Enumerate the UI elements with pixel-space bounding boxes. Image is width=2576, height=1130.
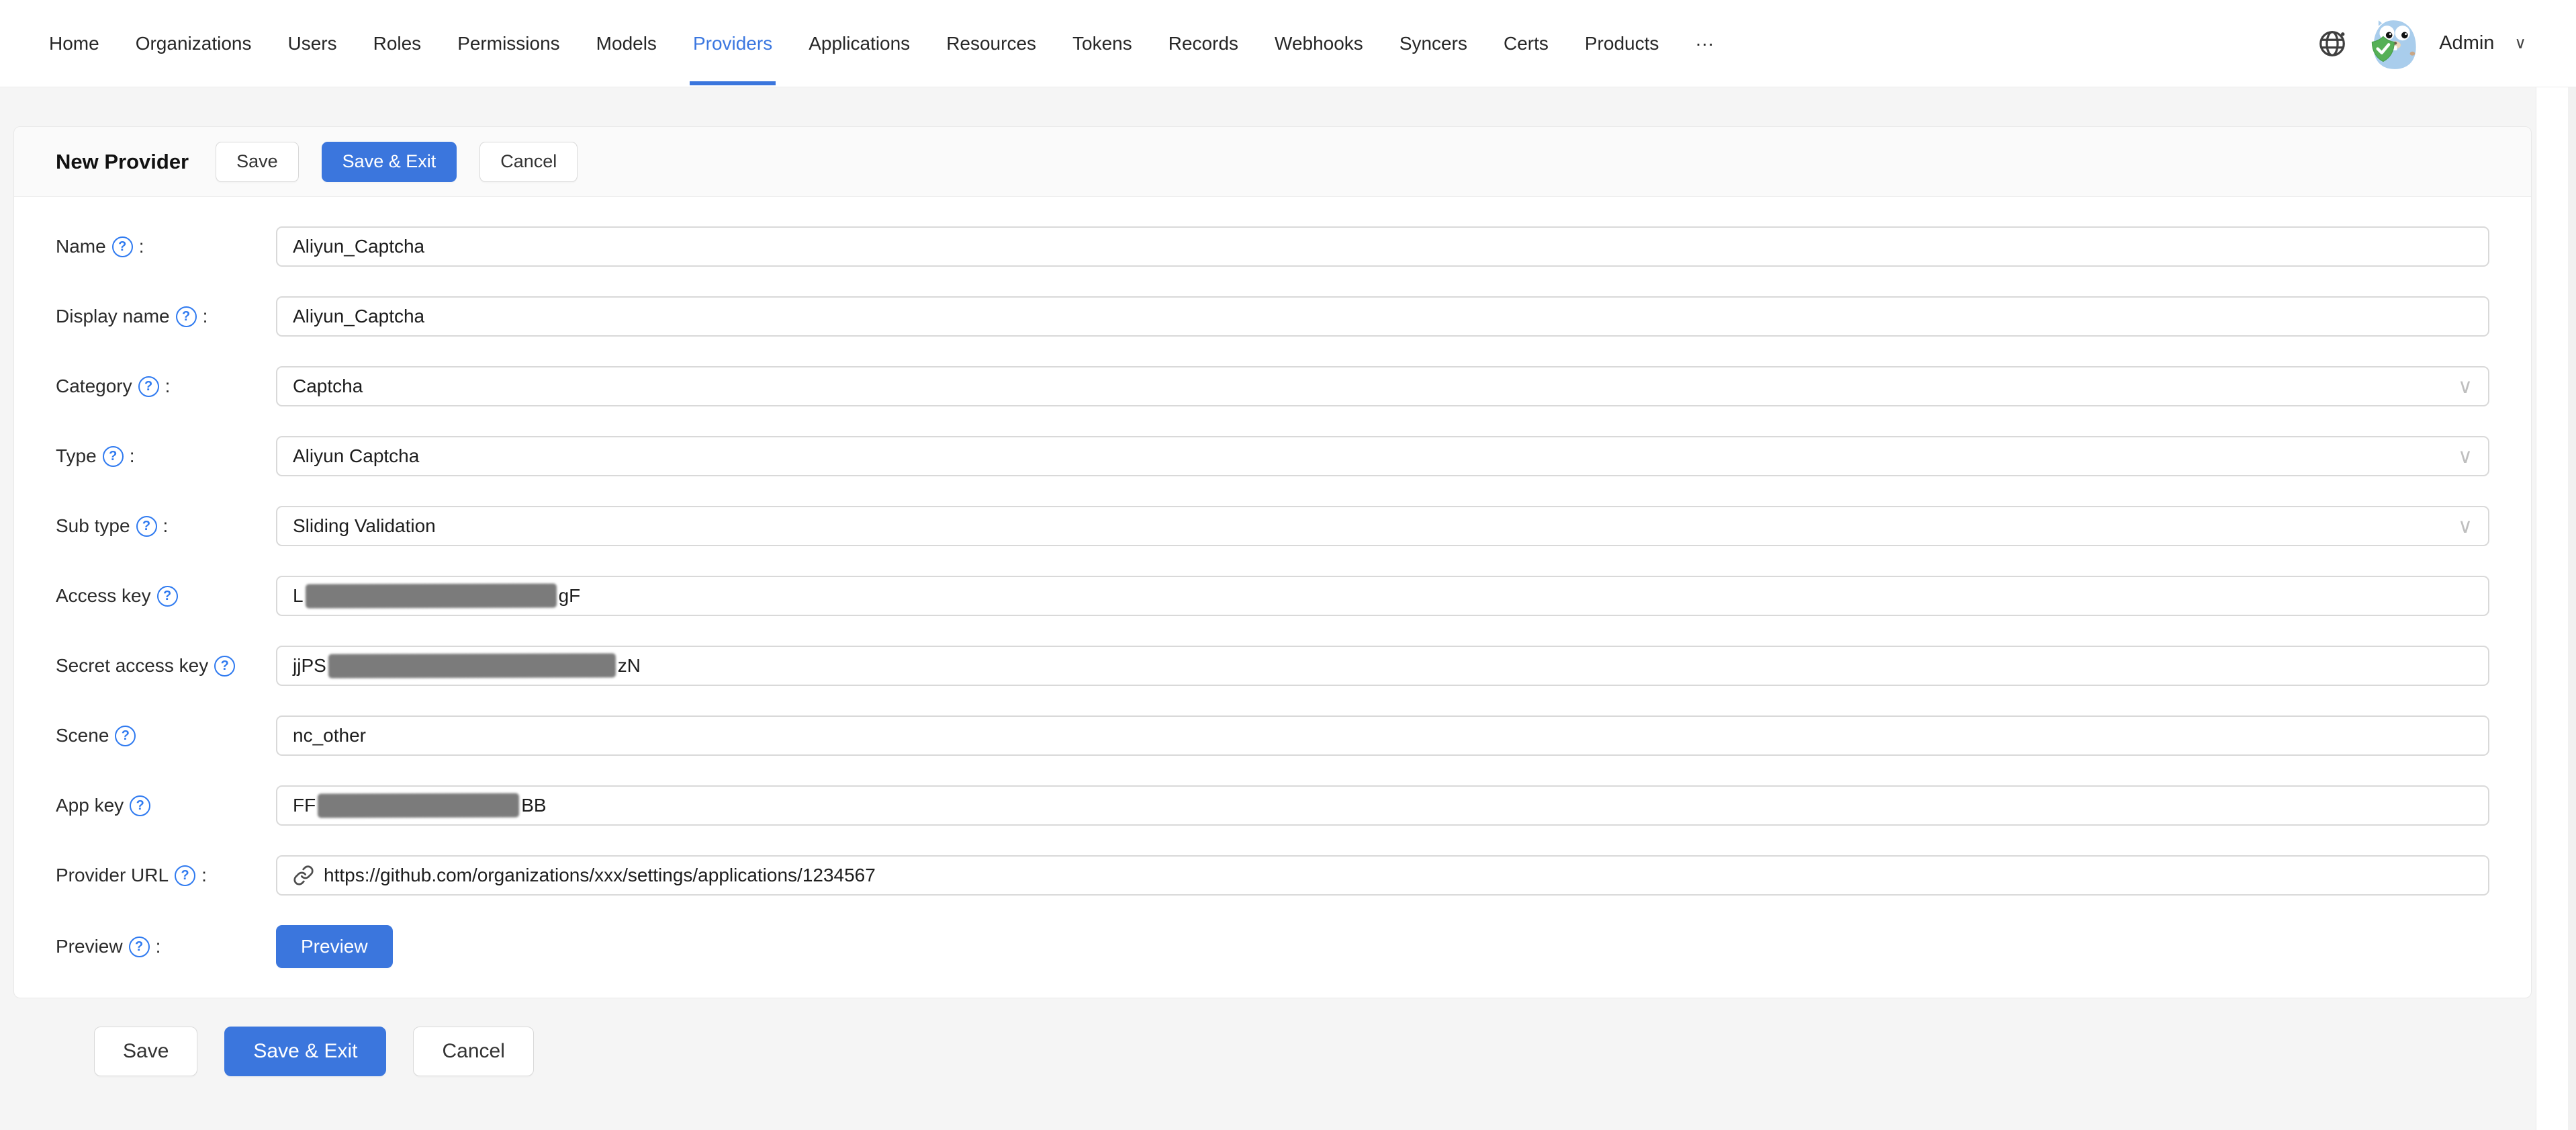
chevron-down-icon: ∨ — [2458, 445, 2473, 468]
form-row-type: Type ? : Aliyun Captcha ∨ — [56, 436, 2489, 476]
form-row-app-key: App key ? FF BB — [56, 785, 2489, 826]
user-menu-label[interactable]: Admin — [2439, 32, 2494, 54]
nav-item-home[interactable]: Home — [31, 0, 118, 87]
help-icon[interactable]: ? — [129, 937, 150, 957]
avatar[interactable] — [2366, 17, 2420, 71]
cancel-button-bottom[interactable]: Cancel — [413, 1027, 533, 1076]
nav-item-permissions[interactable]: Permissions — [439, 0, 578, 87]
footer-actions: Save Save & Exit Cancel — [0, 998, 2536, 1076]
scrollbar-edge — [2568, 0, 2576, 1130]
save-exit-button-bottom[interactable]: Save & Exit — [224, 1027, 386, 1076]
nav-item-certs[interactable]: Certs — [1485, 0, 1567, 87]
form-row-access-key: Access key ? L gF — [56, 576, 2489, 616]
help-icon[interactable]: ? — [112, 236, 133, 257]
preview-button[interactable]: Preview — [276, 925, 393, 968]
app-key-label: App key ? — [56, 795, 276, 816]
help-icon[interactable]: ? — [157, 586, 178, 607]
top-nav: HomeOrganizationsUsersRolesPermissionsMo… — [0, 0, 2576, 87]
nav-item-records[interactable]: Records — [1150, 0, 1256, 87]
nav-item-users[interactable]: Users — [269, 0, 355, 87]
save-button-bottom[interactable]: Save — [94, 1027, 197, 1076]
nav-item-webhooks[interactable]: Webhooks — [1256, 0, 1381, 87]
chevron-down-icon: ∨ — [2458, 515, 2473, 538]
vertical-scrollbar[interactable] — [2536, 0, 2576, 1130]
secret-access-key-input[interactable]: jjPS zN — [276, 646, 2489, 686]
form-row-provider-url: Provider URL ? : https://github.com/orga… — [56, 855, 2489, 896]
form-row-display-name: Display name ? : Aliyun_Captcha — [56, 296, 2489, 337]
help-icon[interactable]: ? — [138, 376, 159, 397]
language-globe-icon[interactable] — [2317, 28, 2348, 59]
nav-item-providers[interactable]: Providers — [675, 0, 790, 87]
display-name-label: Display name ? : — [56, 306, 276, 327]
help-icon[interactable]: ? — [136, 516, 157, 537]
help-icon[interactable]: ? — [103, 446, 124, 467]
save-button[interactable]: Save — [216, 142, 299, 182]
nav-item-resources[interactable]: Resources — [928, 0, 1054, 87]
display-name-input[interactable]: Aliyun_Captcha — [276, 296, 2489, 337]
nav-item-applications[interactable]: Applications — [790, 0, 928, 87]
nav-items: HomeOrganizationsUsersRolesPermissionsMo… — [31, 0, 1732, 87]
redaction-bar — [306, 584, 557, 609]
nav-item-[interactable]: ··· — [1677, 0, 1732, 87]
help-icon[interactable]: ? — [130, 795, 150, 816]
type-select[interactable]: Aliyun Captcha ∨ — [276, 436, 2489, 476]
nav-item-roles[interactable]: Roles — [355, 0, 440, 87]
form-row-name: Name ? : Aliyun_Captcha — [56, 226, 2489, 267]
nav-item-models[interactable]: Models — [578, 0, 675, 87]
secret-access-key-label: Secret access key ? — [56, 655, 276, 677]
nav-right: Admin ∨ — [2317, 17, 2526, 71]
help-icon[interactable]: ? — [176, 306, 197, 327]
page-content: New Provider Save Save & Exit Cancel Nam… — [0, 88, 2536, 1130]
nav-item-syncers[interactable]: Syncers — [1381, 0, 1485, 87]
access-key-label: Access key ? — [56, 585, 276, 607]
link-icon — [293, 865, 314, 886]
name-label: Name ? : — [56, 236, 276, 257]
form-row-scene: Scene ? nc_other — [56, 715, 2489, 756]
provider-card: New Provider Save Save & Exit Cancel Nam… — [13, 126, 2532, 998]
form-row-sub-type: Sub type ? : Sliding Validation ∨ — [56, 506, 2489, 546]
form-row-secret-access-key: Secret access key ? jjPS zN — [56, 646, 2489, 686]
category-select[interactable]: Captcha ∨ — [276, 366, 2489, 406]
nav-item-products[interactable]: Products — [1567, 0, 1677, 87]
provider-url-input[interactable]: https://github.com/organizations/xxx/set… — [276, 855, 2489, 896]
chevron-down-icon[interactable]: ∨ — [2514, 34, 2526, 53]
name-input[interactable]: Aliyun_Captcha — [276, 226, 2489, 267]
page-title: New Provider — [56, 150, 189, 174]
sub-type-label: Sub type ? : — [56, 515, 276, 537]
provider-form: Name ? : Aliyun_Captcha Display name ? :… — [14, 197, 2531, 998]
form-row-preview: Preview ? : Preview — [56, 925, 2489, 968]
scene-input[interactable]: nc_other — [276, 715, 2489, 756]
help-icon[interactable]: ? — [115, 726, 136, 746]
category-label: Category ? : — [56, 376, 276, 397]
redaction-bar — [328, 653, 616, 678]
chevron-down-icon: ∨ — [2458, 375, 2473, 398]
help-icon[interactable]: ? — [175, 865, 195, 886]
nav-item-tokens[interactable]: Tokens — [1054, 0, 1150, 87]
card-header: New Provider Save Save & Exit Cancel — [14, 127, 2531, 197]
type-label: Type ? : — [56, 445, 276, 467]
access-key-input[interactable]: L gF — [276, 576, 2489, 616]
form-row-category: Category ? : Captcha ∨ — [56, 366, 2489, 406]
sub-type-select[interactable]: Sliding Validation ∨ — [276, 506, 2489, 546]
scene-label: Scene ? — [56, 725, 276, 746]
cancel-button[interactable]: Cancel — [479, 142, 578, 182]
help-icon[interactable]: ? — [214, 656, 235, 677]
save-exit-button[interactable]: Save & Exit — [322, 142, 457, 182]
nav-item-organizations[interactable]: Organizations — [118, 0, 270, 87]
redaction-bar — [318, 793, 519, 818]
preview-label: Preview ? : — [56, 936, 276, 957]
app-key-input[interactable]: FF BB — [276, 785, 2489, 826]
provider-url-label: Provider URL ? : — [56, 865, 276, 886]
